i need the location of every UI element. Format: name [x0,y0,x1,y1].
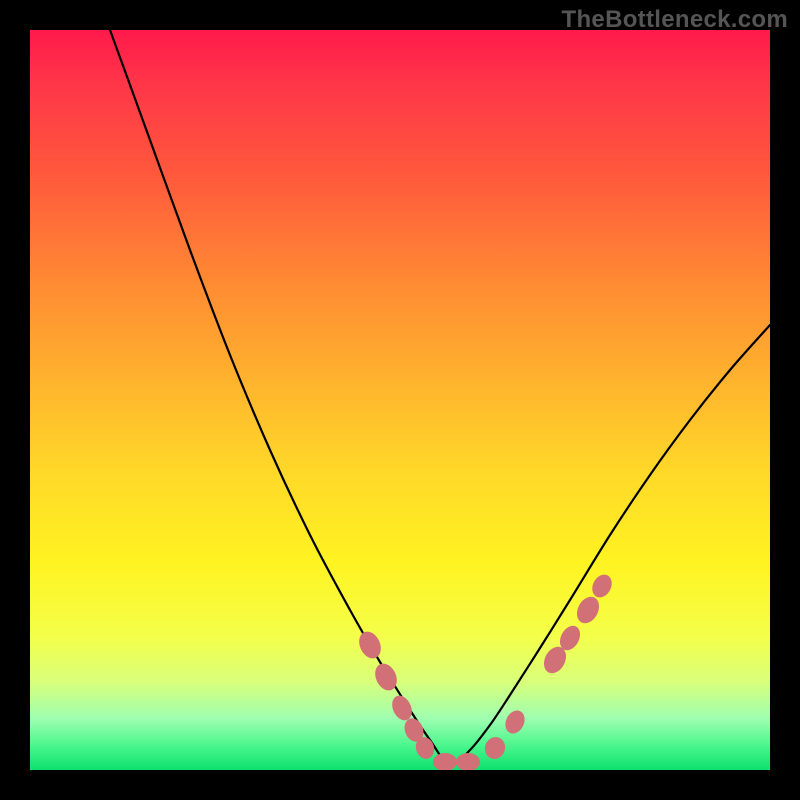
curve-marker [355,628,385,662]
curve-marker [588,571,615,601]
curve-marker [456,753,480,770]
curve-marker [433,753,457,770]
plot-area [30,30,770,770]
curve-markers [30,30,770,770]
watermark-text: TheBottleneck.com [562,6,788,34]
marker-group [355,571,616,770]
curve-marker [482,734,509,762]
curve-marker [371,660,401,694]
curve-marker [502,707,528,736]
curve-marker [573,593,604,627]
chart-frame: TheBottleneck.com [0,0,800,800]
